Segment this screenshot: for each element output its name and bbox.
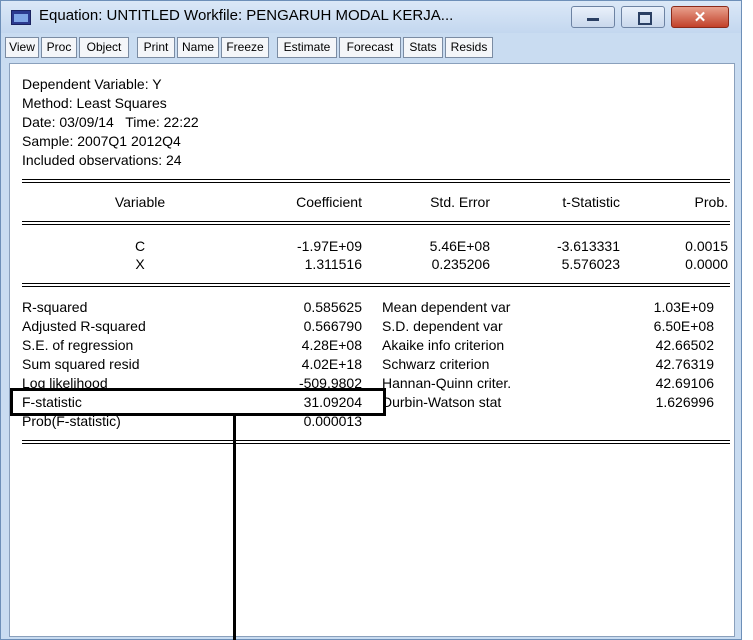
date-time: Date: 03/09/14 Time: 22:22: [22, 114, 199, 130]
stat-label: Akaike info criterion: [382, 337, 505, 353]
stat-label: S.D. dependent var: [382, 318, 503, 334]
row-std-error: 5.46E+08: [429, 238, 490, 254]
title-bar[interactable]: Equation: UNTITLED Workfile: PENGARUH MO…: [1, 1, 741, 33]
separator-line: [22, 179, 730, 183]
close-button[interactable]: ✕: [671, 6, 729, 28]
stat-value: 42.69106: [655, 375, 714, 391]
method: Method: Least Squares: [22, 95, 167, 111]
row-t-statistic: 5.576023: [561, 256, 620, 272]
stat-value: 42.66502: [655, 337, 714, 353]
stat-value: 1.03E+09: [653, 299, 714, 315]
highlight-box: [10, 388, 386, 416]
name-button[interactable]: Name: [177, 37, 219, 58]
stat-label: Hannan-Quinn criter.: [382, 375, 512, 391]
stat-value: 4.28E+08: [301, 337, 362, 353]
close-icon: ✕: [693, 9, 707, 26]
equation-window: Equation: UNTITLED Workfile: PENGARUH MO…: [0, 0, 742, 640]
dependent-variable: Dependent Variable: Y: [22, 76, 162, 92]
header-prob: Prob.: [694, 194, 728, 210]
view-button[interactable]: View: [5, 37, 39, 58]
minimize-icon: [587, 18, 599, 21]
maximize-icon: [638, 12, 652, 25]
header-coefficient: Coefficient: [296, 194, 362, 210]
stats-button[interactable]: Stats: [403, 37, 443, 58]
object-button[interactable]: Object: [79, 37, 129, 58]
row-coefficient: 1.311516: [304, 256, 362, 272]
row-coefficient: -1.97E+09: [297, 238, 362, 254]
stat-value: 0.566790: [303, 318, 362, 334]
stat-value: 6.50E+08: [653, 318, 714, 334]
stat-label: Adjusted R-squared: [22, 318, 146, 334]
estimate-button[interactable]: Estimate: [277, 37, 337, 58]
stat-value: 42.76319: [655, 356, 714, 372]
minimize-button[interactable]: [571, 6, 615, 28]
stat-label: Sum squared resid: [22, 356, 140, 372]
window-title: Equation: UNTITLED Workfile: PENGARUH MO…: [39, 7, 454, 24]
row-prob: 0.0015: [685, 238, 728, 254]
stat-label: Durbin-Watson stat: [382, 394, 502, 410]
equation-app-icon: [11, 10, 31, 25]
sample: Sample: 2007Q1 2012Q4: [22, 133, 181, 149]
stat-value: 4.02E+18: [301, 356, 362, 372]
header-variable: Variable: [114, 194, 166, 210]
resids-button[interactable]: Resids: [445, 37, 493, 58]
print-button[interactable]: Print: [137, 37, 175, 58]
row-t-statistic: -3.613331: [556, 238, 620, 254]
stat-label: R-squared: [22, 299, 88, 315]
freeze-button[interactable]: Freeze: [221, 37, 269, 58]
stat-label: S.E. of regression: [22, 337, 134, 353]
stat-label: Mean dependent var: [382, 299, 511, 315]
row-variable: C: [134, 238, 146, 254]
row-prob: 0.0000: [685, 256, 728, 272]
proc-button[interactable]: Proc: [41, 37, 77, 58]
header-std-error: Std. Error: [430, 194, 490, 210]
stat-label: Schwarz criterion: [382, 356, 490, 372]
row-variable: X: [135, 256, 145, 272]
included-observations: Included observations: 24: [22, 152, 182, 168]
header-t-statistic: t-Statistic: [562, 194, 620, 210]
row-std-error: 0.235206: [431, 256, 490, 272]
forecast-button[interactable]: Forecast: [339, 37, 401, 58]
pointer-line: [233, 416, 236, 640]
maximize-button[interactable]: [621, 6, 665, 28]
output-panel: Dependent Variable: Y Method: Least Squa…: [9, 63, 735, 637]
stat-value: 0.585625: [303, 299, 362, 315]
separator-line: [22, 221, 730, 225]
separator-line: [22, 440, 730, 444]
stat-value: 1.626996: [655, 394, 714, 410]
separator-line: [22, 283, 730, 287]
